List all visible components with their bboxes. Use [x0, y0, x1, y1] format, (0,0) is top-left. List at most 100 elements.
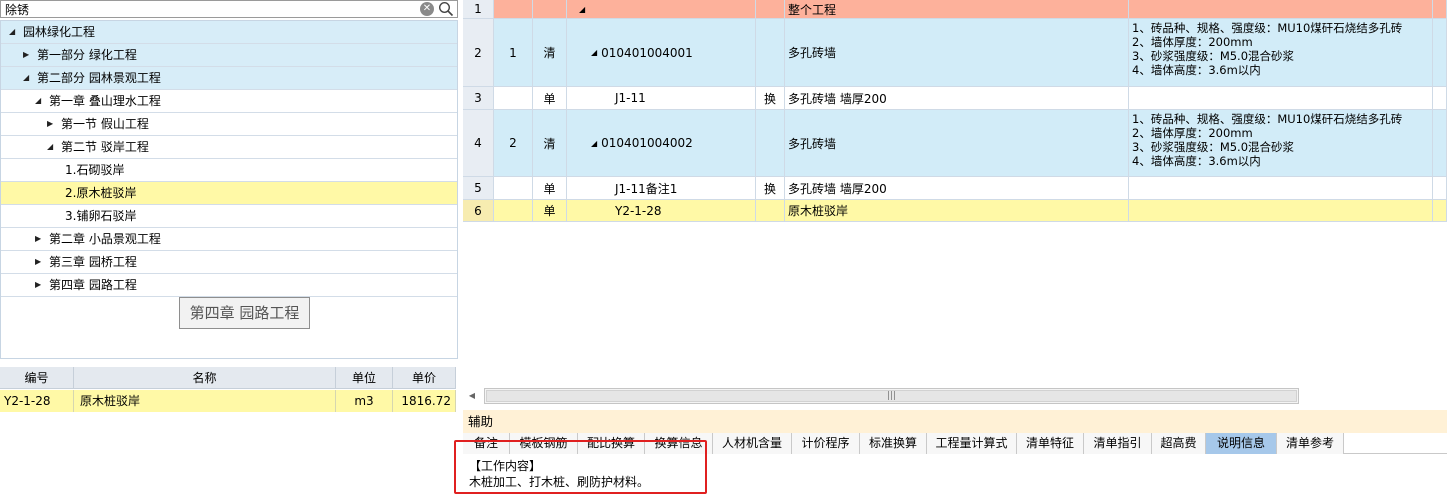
- cell-num[interactable]: 3: [463, 87, 494, 110]
- cell-description[interactable]: [1129, 0, 1433, 19]
- collapse-icon[interactable]: ◢: [9, 21, 19, 43]
- tree-item[interactable]: ▶ 第四章 园路工程: [1, 274, 457, 297]
- cell-num[interactable]: 2: [463, 19, 494, 87]
- col-header-name[interactable]: 名称: [74, 367, 336, 389]
- collapse-icon[interactable]: ◢: [47, 136, 57, 158]
- cell-num[interactable]: 1: [463, 0, 494, 19]
- search-input[interactable]: [5, 1, 405, 17]
- tree-item[interactable]: 1.石砌驳岸: [1, 159, 457, 182]
- cell-seq[interactable]: 2: [494, 110, 533, 177]
- cell-conv[interactable]: [756, 0, 785, 19]
- cell-seq[interactable]: [494, 87, 533, 110]
- clear-icon[interactable]: ✕: [420, 2, 434, 16]
- cell-name[interactable]: 多孔砖墙 墙厚200: [785, 87, 1129, 110]
- tree-item[interactable]: ◢ 园林绿化工程: [1, 21, 457, 44]
- tab[interactable]: 计价程序: [792, 433, 860, 454]
- scrollbar-thumb[interactable]: |||: [486, 390, 1297, 402]
- cell-seq[interactable]: [494, 177, 533, 200]
- cell-description[interactable]: [1129, 200, 1433, 222]
- cell-name[interactable]: 原木桩驳岸: [785, 200, 1129, 222]
- cell-name[interactable]: 整个工程: [785, 0, 1129, 19]
- quota-code[interactable]: Y2-1-28: [0, 390, 74, 412]
- tree-item[interactable]: ◢ 第一章 叠山理水工程: [1, 90, 457, 113]
- cell-seq[interactable]: 1: [494, 19, 533, 87]
- tree-item[interactable]: ▶ 第三章 园桥工程: [1, 251, 457, 274]
- cell-code[interactable]: Y2-1-28: [567, 200, 756, 222]
- collapse-icon[interactable]: ◢: [579, 5, 585, 14]
- cell-description[interactable]: [1129, 177, 1433, 200]
- quota-name[interactable]: 原木桩驳岸: [74, 390, 336, 412]
- cell-extra[interactable]: [1433, 19, 1447, 87]
- cell-name[interactable]: 多孔砖墙: [785, 110, 1129, 177]
- collapse-icon[interactable]: ◢: [591, 139, 597, 148]
- cell-conv[interactable]: 换: [756, 87, 785, 110]
- tab[interactable]: 说明信息: [1206, 433, 1277, 454]
- cell-type[interactable]: 单: [533, 177, 567, 200]
- tab[interactable]: 标准换算: [860, 433, 927, 454]
- tree-item[interactable]: ▶ 第二章 小品景观工程: [1, 228, 457, 251]
- cell-code[interactable]: J1-11备注1: [567, 177, 756, 200]
- cell-num[interactable]: 6: [463, 200, 494, 222]
- tab[interactable]: 配比换算: [578, 433, 645, 454]
- quota-price[interactable]: 1816.72: [393, 390, 456, 412]
- cell-type[interactable]: 单: [533, 200, 567, 222]
- horizontal-scrollbar[interactable]: |||: [484, 388, 1299, 404]
- collapse-icon[interactable]: ◢: [23, 67, 33, 89]
- cell-conv[interactable]: 换: [756, 177, 785, 200]
- cell-type[interactable]: 清: [533, 110, 567, 177]
- tree-item[interactable]: ◢ 第二部分 园林景观工程: [1, 67, 457, 90]
- tree-item[interactable]: ▶ 第一部分 绿化工程: [1, 44, 457, 67]
- tree-item[interactable]: 3.铺卵石驳岸: [1, 205, 457, 228]
- cell-code[interactable]: ◢ 010401004001: [567, 19, 756, 87]
- tab[interactable]: 清单特征: [1017, 433, 1084, 454]
- tab[interactable]: 换算信息: [645, 433, 713, 454]
- scroll-left-icon[interactable]: ◀: [466, 390, 478, 402]
- cell-code[interactable]: ◢: [567, 0, 756, 19]
- tab[interactable]: 备注: [463, 433, 510, 454]
- cell-extra[interactable]: [1433, 87, 1447, 110]
- cell-code[interactable]: ◢ 010401004002: [567, 110, 756, 177]
- col-header-unit[interactable]: 单位: [336, 367, 393, 389]
- cell-extra[interactable]: [1433, 0, 1447, 19]
- cell-conv[interactable]: [756, 200, 785, 222]
- cell-extra[interactable]: [1433, 200, 1447, 222]
- cell-type[interactable]: [533, 0, 567, 19]
- cell-description[interactable]: 1、砖品种、规格、强度级：MU10煤矸石烧结多孔砖 2、墙体厚度：200mm 3…: [1129, 19, 1433, 87]
- tab[interactable]: 清单参考: [1277, 433, 1344, 454]
- cell-type[interactable]: 单: [533, 87, 567, 110]
- search-icon[interactable]: [438, 1, 454, 17]
- cell-conv[interactable]: [756, 110, 785, 177]
- cell-seq[interactable]: [494, 200, 533, 222]
- tab[interactable]: 工程量计算式: [927, 433, 1017, 454]
- quota-unit[interactable]: m3: [336, 390, 393, 412]
- expand-icon[interactable]: ▶: [35, 251, 45, 273]
- aux-panel: 辅助 备注 模板钢筋 配比换算 换算信息 人材机含量 计价程序 标准换算 工程量计算式 清单特征…: [463, 410, 1447, 497]
- expand-icon[interactable]: ▶: [35, 228, 45, 250]
- cell-extra[interactable]: [1433, 110, 1447, 177]
- cell-code[interactable]: J1-11: [567, 87, 756, 110]
- tab[interactable]: 人材机含量: [713, 433, 792, 454]
- cell-num[interactable]: 5: [463, 177, 494, 200]
- cell-description[interactable]: [1129, 87, 1433, 110]
- collapse-icon[interactable]: ◢: [35, 90, 45, 112]
- col-header-price[interactable]: 单价: [393, 367, 456, 389]
- cell-type[interactable]: 清: [533, 19, 567, 87]
- tree-item[interactable]: 2.原木桩驳岸: [1, 182, 457, 205]
- cell-conv[interactable]: [756, 19, 785, 87]
- expand-icon[interactable]: ▶: [23, 44, 33, 66]
- col-header-code[interactable]: 编号: [0, 367, 74, 389]
- tab[interactable]: 模板钢筋: [510, 433, 578, 454]
- collapse-icon[interactable]: ◢: [591, 48, 597, 57]
- tree-item[interactable]: ▶ 第一节 假山工程: [1, 113, 457, 136]
- cell-extra[interactable]: [1433, 177, 1447, 200]
- cell-description[interactable]: 1、砖品种、规格、强度级：MU10煤矸石烧结多孔砖 2、墙体厚度：200mm 3…: [1129, 110, 1433, 177]
- cell-num[interactable]: 4: [463, 110, 494, 177]
- tree-item[interactable]: ◢ 第二节 驳岸工程: [1, 136, 457, 159]
- cell-seq[interactable]: [494, 0, 533, 19]
- expand-icon[interactable]: ▶: [35, 274, 45, 296]
- cell-name[interactable]: 多孔砖墙: [785, 19, 1129, 87]
- tab[interactable]: 超高费: [1152, 433, 1206, 454]
- cell-name[interactable]: 多孔砖墙 墙厚200: [785, 177, 1129, 200]
- expand-icon[interactable]: ▶: [47, 113, 57, 135]
- tab[interactable]: 清单指引: [1084, 433, 1152, 454]
